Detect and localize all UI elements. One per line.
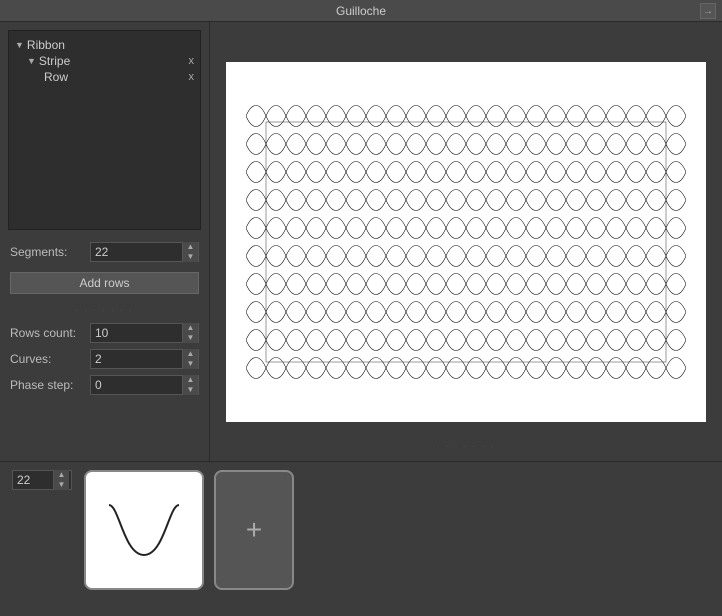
rows-count-label: Rows count: (10, 326, 90, 340)
bottom-spinbox-wrap: ▲ ▼ (12, 470, 72, 490)
curves-spinners: ▲ ▼ (182, 349, 198, 369)
segments-down-button[interactable]: ▼ (182, 252, 198, 262)
app-title: Guilloche (336, 4, 386, 18)
add-icon: + (246, 514, 262, 546)
add-rows-button[interactable]: Add rows (10, 272, 199, 294)
curves-row: Curves: ▲ ▼ (10, 349, 199, 369)
pin-icon: → (703, 6, 713, 17)
segments-spinners: ▲ ▼ (182, 242, 198, 262)
curves-input[interactable] (91, 352, 182, 366)
curves-down-button[interactable]: ▼ (182, 359, 198, 369)
rows-count-row: Rows count: ▲ ▼ (10, 323, 199, 343)
pin-button[interactable]: → (700, 3, 716, 19)
tree-label-row: Row (44, 70, 183, 84)
main-area: ▼ Ribbon ▼ Stripe x Row x Segments: (0, 22, 722, 461)
bottom-spinbox-down-button[interactable]: ▼ (53, 480, 69, 490)
segments-up-button[interactable]: ▲ (182, 242, 198, 252)
close-row-button[interactable]: x (187, 71, 197, 83)
bottom-spinbox-input[interactable] (13, 473, 53, 487)
bottom-spinbox-spinners: ▲ ▼ (53, 470, 69, 490)
phase-step-input[interactable] (91, 378, 182, 392)
segments-label: Segments: (10, 245, 90, 259)
add-card-button[interactable]: + (214, 470, 294, 590)
thumbnail-card[interactable] (84, 470, 204, 590)
divider: · · · · · · · (10, 306, 199, 315)
tree-item-stripe[interactable]: ▼ Stripe x (13, 53, 196, 69)
phase-step-label: Phase step: (10, 378, 90, 392)
tree-label-ribbon: Ribbon (27, 38, 196, 52)
segments-input-wrap: ▲ ▼ (90, 242, 199, 262)
bottom-spinbox-up-button[interactable]: ▲ (53, 470, 69, 480)
close-stripe-button[interactable]: x (187, 55, 197, 67)
tree-label-stripe: Stripe (39, 54, 183, 68)
segments-row: Segments: ▲ ▼ (10, 242, 199, 262)
rows-count-input[interactable] (91, 326, 182, 340)
controls-area: Segments: ▲ ▼ Add rows · · · · · · · Row… (0, 236, 209, 403)
left-panel: ▼ Ribbon ▼ Stripe x Row x Segments: (0, 22, 210, 461)
segments-input[interactable] (91, 245, 182, 259)
canvas-bottom-divider: · · · · · · · (437, 442, 495, 451)
arrow-icon-stripe: ▼ (27, 56, 36, 66)
phase-step-up-button[interactable]: ▲ (182, 375, 198, 385)
canvas-area: // Generate guilloche diamond/wave patte… (210, 22, 722, 461)
curves-up-button[interactable]: ▲ (182, 349, 198, 359)
curves-label: Curves: (10, 352, 90, 366)
arrow-icon-ribbon: ▼ (15, 40, 24, 50)
phase-step-row: Phase step: ▲ ▼ (10, 375, 199, 395)
rows-count-up-button[interactable]: ▲ (182, 323, 198, 333)
tree-area: ▼ Ribbon ▼ Stripe x Row x (8, 30, 201, 230)
guilloche-pattern: // Generate guilloche diamond/wave patte… (246, 102, 686, 382)
titlebar: Guilloche → (0, 0, 722, 22)
rows-count-spinners: ▲ ▼ (182, 323, 198, 343)
phase-step-down-button[interactable]: ▼ (182, 385, 198, 395)
bottom-panel: ▲ ▼ + (0, 461, 722, 616)
rows-count-input-wrap: ▲ ▼ (90, 323, 199, 343)
phase-step-input-wrap: ▲ ▼ (90, 375, 199, 395)
thumbnail-svg (99, 485, 189, 575)
bottom-spinbox: ▲ ▼ (12, 470, 72, 490)
tree-item-row[interactable]: Row x (13, 69, 196, 85)
curves-input-wrap: ▲ ▼ (90, 349, 199, 369)
canvas-white: // Generate guilloche diamond/wave patte… (226, 62, 706, 422)
rows-count-down-button[interactable]: ▼ (182, 333, 198, 343)
tree-item-ribbon[interactable]: ▼ Ribbon (13, 37, 196, 53)
phase-step-spinners: ▲ ▼ (182, 375, 198, 395)
